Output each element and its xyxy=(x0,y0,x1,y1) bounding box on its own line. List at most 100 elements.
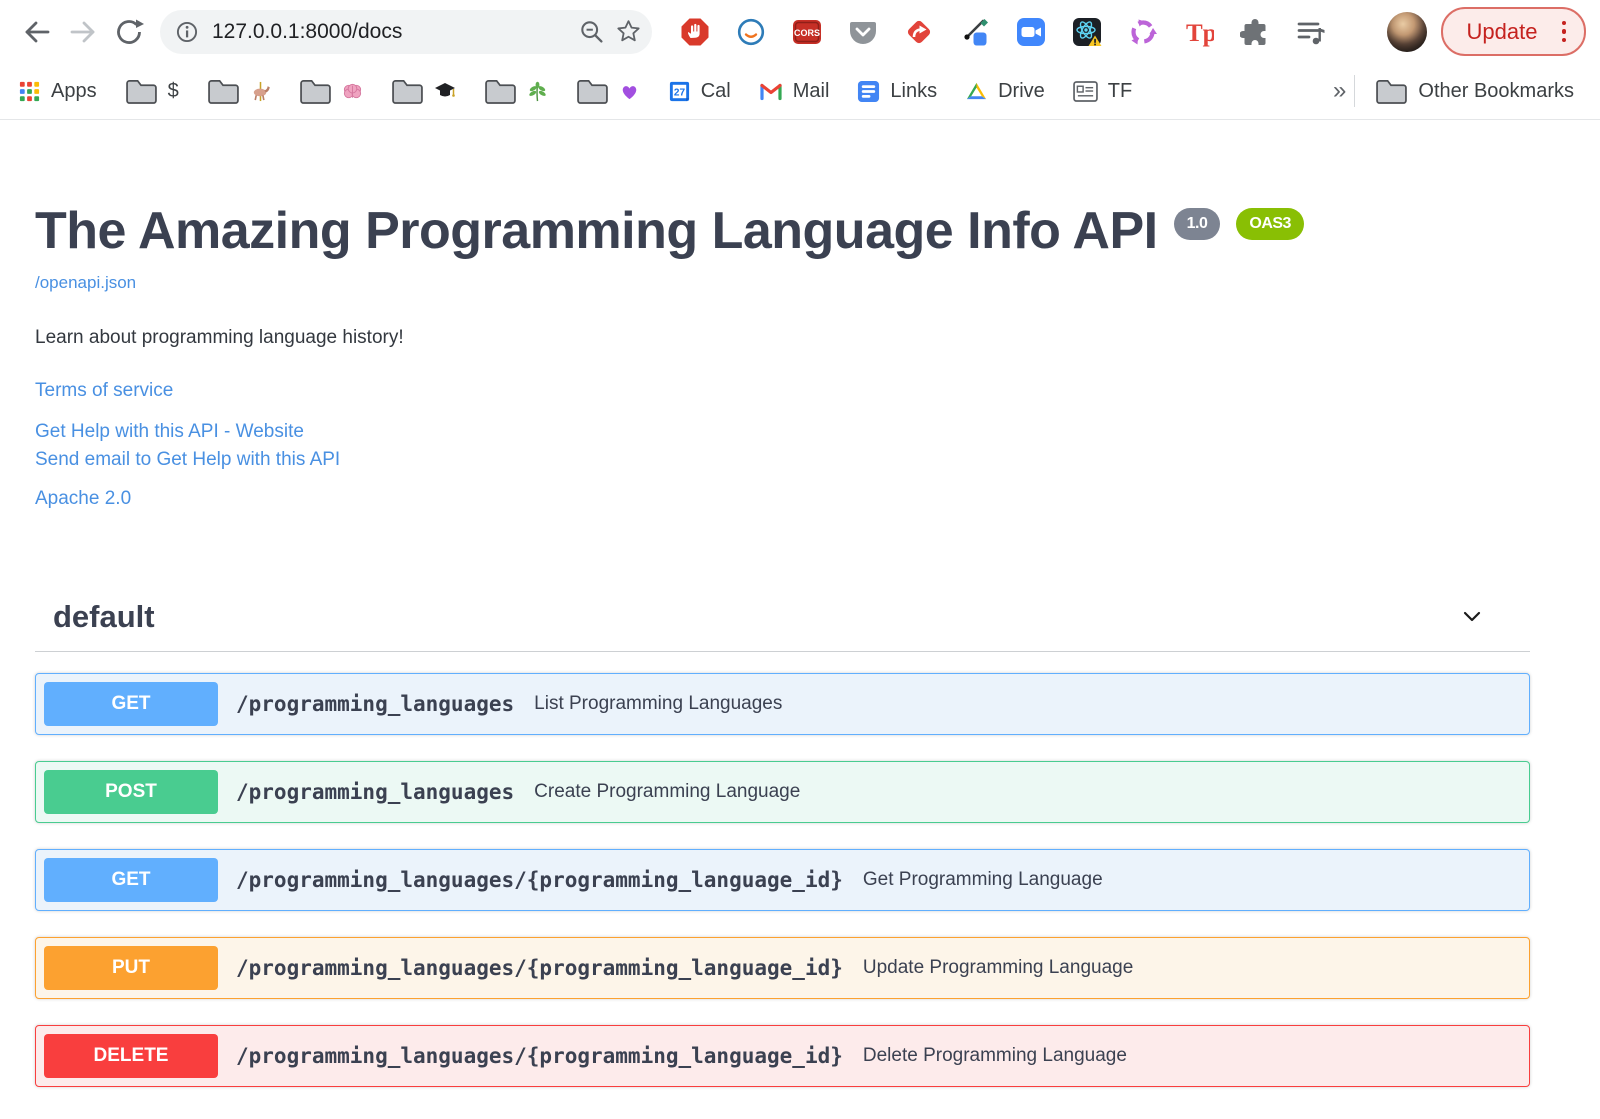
color-picker-extension-button[interactable] xyxy=(960,17,990,47)
endpoint-list: GET /programming_languages List Programm… xyxy=(0,673,1600,1088)
method-badge: DELETE xyxy=(44,1034,218,1079)
endpoint-row-get-list[interactable]: GET /programming_languages List Programm… xyxy=(35,673,1530,736)
zoom-extension-button[interactable] xyxy=(1016,17,1046,47)
bookmark-folder-plants[interactable] xyxy=(484,78,548,104)
cors-extension-button[interactable]: CORS xyxy=(792,17,822,47)
api-description: Learn about programming language history… xyxy=(35,327,404,349)
version-badge: 1.0 xyxy=(1173,208,1221,240)
method-badge: GET xyxy=(44,858,218,903)
endpoint-row-post-create[interactable]: POST /programming_languages Create Progr… xyxy=(35,761,1530,824)
chevron-down-icon[interactable] xyxy=(1456,601,1488,633)
endpoint-row-get-one[interactable]: GET /programming_languages/{programming_… xyxy=(35,849,1530,912)
playlist-extension-button[interactable] xyxy=(1296,17,1326,47)
update-button[interactable]: Update xyxy=(1440,7,1586,56)
adblock-extension-button[interactable] xyxy=(680,17,710,47)
endpoint-path: /programming_languages/{programming_lang… xyxy=(236,1044,843,1069)
endpoint-row-put-update[interactable]: PUT /programming_languages/{programming_… xyxy=(35,937,1530,1000)
bookmark-star-button[interactable] xyxy=(615,18,642,45)
site-info-icon[interactable] xyxy=(174,19,200,45)
tp-extension-button[interactable]: Tp xyxy=(1184,17,1214,47)
other-bookmarks-button[interactable]: Other Bookmarks xyxy=(1375,78,1574,104)
bookmark-tf-label: TF xyxy=(1107,79,1133,102)
recycle-extension-button[interactable] xyxy=(1128,17,1158,47)
document-icon xyxy=(1072,80,1098,102)
svg-text:CORS: CORS xyxy=(794,27,820,37)
folder-icon xyxy=(1375,78,1408,104)
browser-toolbar: 127.0.0.1:8000/docs CORS Tp Update xyxy=(0,0,1600,63)
endpoint-summary: List Programming Languages xyxy=(534,693,783,715)
zoom-out-button[interactable] xyxy=(578,18,605,45)
react-devtools-extension-button[interactable] xyxy=(1072,17,1102,47)
browser-menu-icon[interactable] xyxy=(1554,20,1575,43)
terms-of-service-link[interactable]: Terms of service xyxy=(35,380,173,402)
reload-button[interactable] xyxy=(106,9,152,55)
website-help-link[interactable]: Get Help with this API - Website xyxy=(35,418,304,446)
links-list-icon xyxy=(858,80,880,102)
bookmark-folder-brain[interactable] xyxy=(299,78,363,104)
bookmark-mail-label: Mail xyxy=(792,79,830,102)
puzzle-icon xyxy=(1240,18,1266,45)
adblock-hand-icon xyxy=(681,18,709,45)
url-text[interactable]: 127.0.0.1:8000/docs xyxy=(212,20,568,44)
bookmarks-overflow-button[interactable]: » xyxy=(1333,77,1346,105)
gmail-icon xyxy=(760,83,782,101)
tp-icon: Tp xyxy=(1186,20,1214,47)
forward-arrow-icon xyxy=(70,21,95,42)
apps-grid-icon xyxy=(19,81,40,101)
bookmark-folder-money[interactable]: $ xyxy=(125,78,179,104)
profile-avatar[interactable] xyxy=(1386,11,1427,52)
reload-icon xyxy=(117,19,144,44)
diamond-arrow-extension-button[interactable] xyxy=(904,17,934,47)
endpoint-path: /programming_languages xyxy=(236,692,515,717)
bookmark-drive[interactable]: Drive xyxy=(965,80,1045,103)
dollar-label: $ xyxy=(167,79,179,102)
bookmark-calendar-label: Cal xyxy=(700,79,731,102)
forward-button[interactable] xyxy=(60,9,106,55)
method-badge: POST xyxy=(44,770,218,815)
tag-section-header[interactable]: default xyxy=(35,599,1530,653)
cors-icon: CORS xyxy=(793,19,821,44)
folder-icon xyxy=(299,78,332,104)
tag-section-title: default xyxy=(53,599,155,635)
email-help-link[interactable]: Send email to Get Help with this API xyxy=(35,446,340,474)
herb-icon xyxy=(529,81,546,101)
bookmark-folder-favorites[interactable] xyxy=(576,78,640,104)
bookmark-calendar[interactable]: 27 Cal xyxy=(668,80,731,103)
magnifier-minus-icon xyxy=(581,21,603,43)
folder-icon xyxy=(576,78,609,104)
pocket-extension-button[interactable] xyxy=(848,17,878,47)
address-bar[interactable]: 127.0.0.1:8000/docs xyxy=(160,9,652,54)
color-picker-icon xyxy=(964,18,988,45)
bookmark-mail[interactable]: Mail xyxy=(759,79,830,103)
bookmark-links-label: Links xyxy=(890,79,938,102)
endpoint-path: /programming_languages/{programming_lang… xyxy=(236,956,843,981)
folder-icon xyxy=(125,78,158,104)
bookmarks-bar: Apps $ 27 Cal Mail Links Drive TF » Othe… xyxy=(0,63,1600,120)
star-icon xyxy=(617,20,640,42)
endpoint-summary: Create Programming Language xyxy=(534,781,801,803)
chat-extension-button[interactable] xyxy=(736,17,766,47)
api-info-section: The Amazing Programming Language Info AP… xyxy=(35,202,1530,510)
svg-text:Tp: Tp xyxy=(1186,20,1214,47)
bookmark-apps[interactable]: Apps xyxy=(18,80,97,103)
bookmark-folder-education[interactable] xyxy=(391,78,456,104)
graduation-cap-icon xyxy=(434,83,455,97)
folder-icon xyxy=(391,78,424,104)
svg-text:27: 27 xyxy=(674,87,686,98)
react-devtools-icon xyxy=(1073,17,1102,46)
bookmark-folder-horse[interactable] xyxy=(207,78,271,104)
endpoint-path: /programming_languages xyxy=(236,780,515,805)
calendar-icon: 27 xyxy=(669,81,689,101)
purple-heart-icon xyxy=(622,85,636,99)
openapi-spec-link[interactable]: /openapi.json xyxy=(35,273,136,293)
endpoint-row-delete[interactable]: DELETE /programming_languages/{programmi… xyxy=(35,1025,1530,1088)
extensions-puzzle-button[interactable] xyxy=(1240,17,1270,47)
other-bookmarks-label: Other Bookmarks xyxy=(1418,79,1574,102)
method-badge: GET xyxy=(44,682,218,727)
bookmark-tf[interactable]: TF xyxy=(1072,79,1133,103)
license-link[interactable]: Apache 2.0 xyxy=(35,488,131,510)
bookmark-links[interactable]: Links xyxy=(857,80,937,103)
oas3-badge: OAS3 xyxy=(1236,208,1304,240)
back-button[interactable] xyxy=(14,9,60,55)
folder-icon xyxy=(484,78,517,104)
